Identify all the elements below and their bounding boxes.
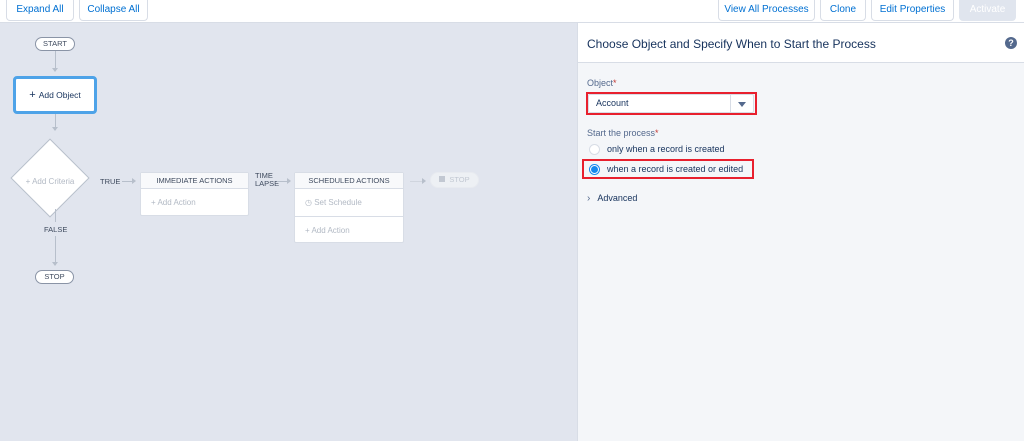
disabled-stop-node: STOP	[430, 172, 479, 188]
connector-arrow	[122, 178, 136, 184]
clone-button[interactable]: Clone	[820, 0, 866, 21]
required-mark: *	[655, 128, 659, 138]
add-object-label: Add Object	[38, 90, 81, 100]
time-lapse-line2: LAPSE	[255, 179, 280, 188]
add-criteria-label[interactable]: + Add Criteria	[14, 177, 86, 186]
add-object-node[interactable]: + Add Object	[13, 76, 97, 114]
object-label: Object*	[587, 78, 617, 88]
connector-arrow	[410, 178, 426, 184]
advanced-toggle[interactable]: › Advanced	[587, 193, 637, 204]
start-process-label: Start the process*	[587, 128, 659, 138]
view-all-processes-button[interactable]: View All Processes	[718, 0, 815, 21]
collapse-all-button[interactable]: Collapse All	[79, 0, 148, 21]
panel-title: Choose Object and Specify When to Start …	[587, 37, 876, 51]
true-label: TRUE	[100, 177, 121, 186]
immediate-actions-box: IMMEDIATE ACTIONS + Add Action	[140, 172, 249, 216]
panel-header: Choose Object and Specify When to Start …	[578, 23, 1024, 63]
expand-all-button[interactable]: Expand All	[6, 0, 74, 21]
plus-icon: +	[29, 89, 36, 101]
scheduled-actions-header: SCHEDULED ACTIONS	[295, 173, 403, 189]
connector-line	[55, 209, 56, 222]
connector-arrow	[277, 178, 291, 184]
radio-created-only[interactable]	[589, 144, 600, 155]
add-criteria-text: Add Criteria	[32, 177, 75, 186]
set-schedule-row[interactable]: ◷ Set Schedule	[295, 189, 403, 216]
option-created-only-label[interactable]: only when a record is created	[607, 144, 725, 154]
process-canvas[interactable]: START + Add Object + Add Criteria TRUE IM…	[0, 23, 577, 441]
stop-node: STOP	[35, 270, 74, 284]
time-lapse-label: TIME LAPSE	[255, 172, 279, 188]
stop-text: STOP	[449, 175, 470, 184]
connector-arrow	[52, 114, 58, 131]
object-label-text: Object	[587, 78, 614, 88]
add-immediate-action[interactable]: + Add Action	[141, 189, 248, 216]
add-action-text: Add Action	[311, 226, 350, 235]
add-scheduled-action[interactable]: + Add Action	[295, 216, 403, 243]
chevron-right-icon: ›	[587, 193, 591, 204]
help-icon[interactable]: ?	[1005, 37, 1017, 49]
start-process-text: Start the process	[587, 128, 656, 138]
set-schedule-text: Set Schedule	[314, 198, 362, 207]
option-highlight-box	[582, 159, 754, 179]
advanced-label: Advanced	[597, 193, 638, 203]
toolbar: Expand All Collapse All View All Process…	[0, 0, 1024, 23]
add-action-text: Add Action	[157, 198, 196, 207]
scheduled-actions-box: SCHEDULED ACTIONS ◷ Set Schedule + Add A…	[294, 172, 404, 243]
immediate-actions-header: IMMEDIATE ACTIONS	[141, 173, 248, 189]
connector-arrow	[52, 236, 58, 266]
false-label: FALSE	[44, 225, 68, 234]
clock-icon: ◷	[305, 198, 315, 207]
edit-properties-button[interactable]: Edit Properties	[871, 0, 954, 21]
start-node: START	[35, 37, 75, 51]
activate-button[interactable]: Activate	[959, 0, 1016, 21]
connector-arrow	[52, 51, 58, 72]
required-mark: *	[613, 78, 617, 88]
properties-panel: Choose Object and Specify When to Start …	[577, 23, 1024, 441]
stop-square-icon	[439, 176, 446, 182]
object-highlight-box	[586, 92, 757, 115]
